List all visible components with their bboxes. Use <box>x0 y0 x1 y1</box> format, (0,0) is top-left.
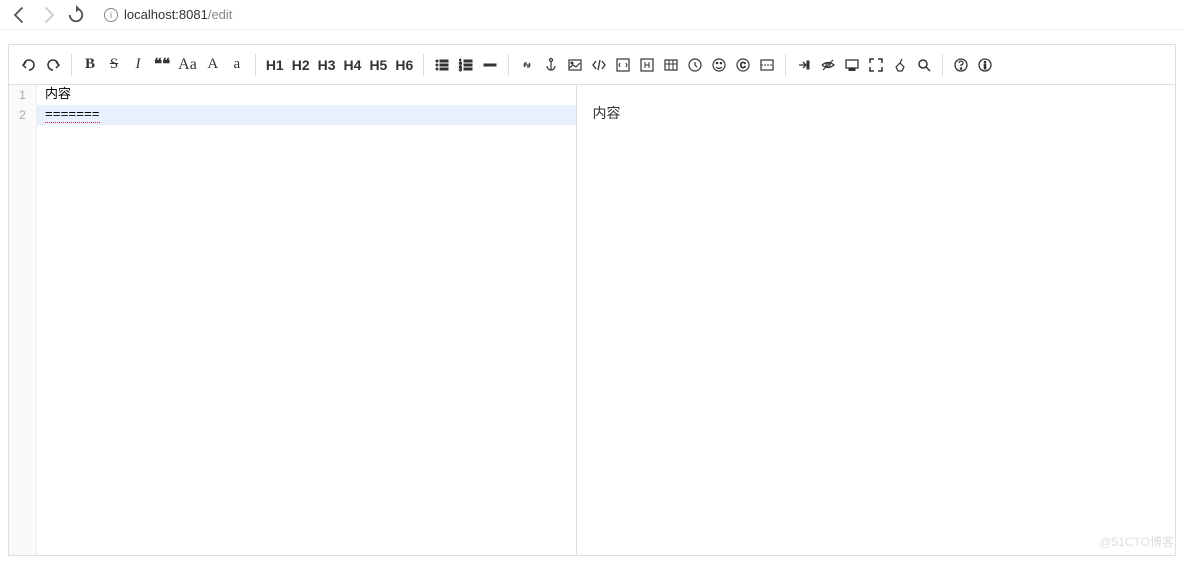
anchor-button[interactable] <box>539 51 563 79</box>
h1-button[interactable]: H1 <box>262 51 288 79</box>
line-number: 2 <box>9 105 36 125</box>
h2-button[interactable]: H2 <box>288 51 314 79</box>
link-button[interactable] <box>515 51 539 79</box>
svg-text:3: 3 <box>459 67 462 73</box>
separator <box>508 54 509 76</box>
reload-button[interactable] <box>66 5 86 25</box>
pagebreak-button[interactable] <box>755 51 779 79</box>
preview-button[interactable] <box>840 51 864 79</box>
code-line[interactable]: 内容 <box>37 85 576 105</box>
table-button[interactable] <box>659 51 683 79</box>
preview-pane: 内容 <box>577 85 1176 555</box>
special-char-button[interactable]: C <box>731 51 755 79</box>
forward-button[interactable] <box>38 5 58 25</box>
goto-line-button[interactable] <box>792 51 816 79</box>
watermark: @51CTO博客 <box>1099 533 1174 550</box>
ul-button[interactable] <box>430 51 454 79</box>
watch-button[interactable] <box>816 51 840 79</box>
separator <box>71 54 72 76</box>
split-pane: 1 2 内容 ======= 内容 <box>9 85 1175 555</box>
separator <box>423 54 424 76</box>
svg-text:C: C <box>740 61 746 70</box>
h4-button[interactable]: H4 <box>340 51 366 79</box>
separator <box>255 54 256 76</box>
undo-button[interactable] <box>17 51 41 79</box>
site-info-icon[interactable]: i <box>104 8 118 22</box>
fullscreen-button[interactable] <box>864 51 888 79</box>
clear-button[interactable] <box>888 51 912 79</box>
h3-button[interactable]: H3 <box>314 51 340 79</box>
lowercase-button[interactable]: a <box>225 51 249 79</box>
emoji-button[interactable] <box>707 51 731 79</box>
separator <box>785 54 786 76</box>
italic-button[interactable]: I <box>126 51 150 79</box>
redo-button[interactable] <box>41 51 65 79</box>
info-button[interactable] <box>973 51 997 79</box>
bold-button[interactable]: B <box>78 51 102 79</box>
separator <box>942 54 943 76</box>
back-button[interactable] <box>10 5 30 25</box>
line-gutter: 1 2 <box>9 85 37 555</box>
html-block-button[interactable] <box>635 51 659 79</box>
editor-toolbar: B S I ❝❝ Aa A a H1 H2 H3 H4 H5 H6 123 C <box>9 45 1175 85</box>
h6-button[interactable]: H6 <box>391 51 417 79</box>
image-button[interactable] <box>563 51 587 79</box>
code-button[interactable] <box>587 51 611 79</box>
code-line[interactable]: ======= <box>37 105 576 125</box>
address-bar[interactable]: i localhost:8081/edit <box>104 7 1174 22</box>
search-button[interactable] <box>912 51 936 79</box>
code-editor[interactable]: 1 2 内容 ======= <box>9 85 577 555</box>
hr-button[interactable] <box>478 51 502 79</box>
help-button[interactable] <box>949 51 973 79</box>
datetime-button[interactable] <box>683 51 707 79</box>
markdown-editor: B S I ❝❝ Aa A a H1 H2 H3 H4 H5 H6 123 C <box>8 44 1176 556</box>
line-number: 1 <box>9 85 36 105</box>
ol-button[interactable]: 123 <box>454 51 478 79</box>
strikethrough-button[interactable]: S <box>102 51 126 79</box>
h5-button[interactable]: H5 <box>365 51 391 79</box>
case-aa-button[interactable]: Aa <box>174 51 201 79</box>
code-area[interactable]: 内容 ======= <box>37 85 576 555</box>
codeblock-button[interactable] <box>611 51 635 79</box>
quote-button[interactable]: ❝❝ <box>150 51 174 79</box>
preview-content: 内容 <box>593 103 1160 123</box>
browser-toolbar: i localhost:8081/edit <box>0 0 1184 30</box>
uppercase-button[interactable]: A <box>201 51 225 79</box>
url-text: localhost:8081/edit <box>124 7 232 22</box>
